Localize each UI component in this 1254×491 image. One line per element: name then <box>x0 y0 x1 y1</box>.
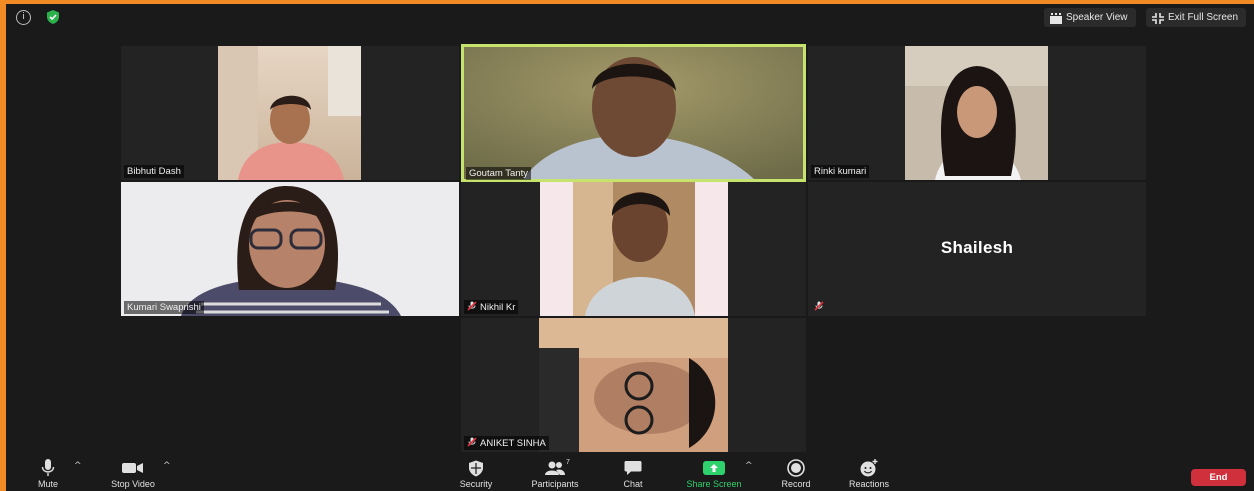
record-button[interactable]: Record <box>776 458 816 489</box>
participant-tile-shailesh[interactable]: Shailesh <box>808 182 1146 316</box>
participant-name: ANIKET SINHA <box>480 438 546 449</box>
microphone-icon <box>32 458 64 478</box>
participant-name-row: Nikhil Kr <box>464 300 519 314</box>
stop-video-button[interactable]: Stop Video <box>102 458 164 489</box>
speaker-view-label: Speaker View <box>1066 12 1128 23</box>
participants-button[interactable]: 7 Participants <box>522 458 588 489</box>
participant-tile-rinki-kumari[interactable]: Rinki kumari <box>808 46 1146 180</box>
video-options-chevron-up-icon[interactable]: ^ <box>163 461 171 471</box>
participant-name: Kumari Swaprishi <box>124 301 204 314</box>
participant-name-placeholder: Shailesh <box>940 238 1014 257</box>
participant-tile-goutam-tanty[interactable]: Goutam Tanty <box>461 44 806 182</box>
participants-icon <box>522 458 588 478</box>
chat-label: Chat <box>623 479 643 489</box>
chat-button[interactable]: Chat <box>616 458 650 489</box>
participant-video <box>539 318 728 452</box>
shield-check-icon[interactable] <box>45 9 61 25</box>
security-label: Security <box>459 479 493 489</box>
participant-name: Goutam Tanty <box>466 167 531 180</box>
muted-mic-icon <box>467 437 477 447</box>
participant-name-row: ANIKET SINHA <box>464 436 549 450</box>
participant-name: Bibhuti Dash <box>124 165 184 178</box>
exit-full-screen-button[interactable]: Exit Full Screen <box>1146 8 1247 27</box>
chat-bubble-icon <box>616 458 650 478</box>
security-shield-icon <box>454 458 498 478</box>
record-icon <box>776 458 816 478</box>
participant-name: Rinki kumari <box>811 165 870 178</box>
participant-video <box>540 182 728 316</box>
exit-full-screen-label: Exit Full Screen <box>1168 12 1239 23</box>
share-screen-button[interactable]: Share Screen <box>678 458 750 489</box>
participant-tile-kumari-swaprishi[interactable]: Kumari Swaprishi <box>121 182 459 316</box>
speaker-view-icon <box>1050 12 1062 31</box>
top-bar: i Speaker View Exit Full Screen <box>6 4 1254 30</box>
speaker-view-button[interactable]: Speaker View <box>1044 8 1136 27</box>
reactions-button[interactable]: Reactions <box>842 458 896 489</box>
muted-mic-icon <box>467 301 477 311</box>
video-camera-icon <box>102 458 164 478</box>
participant-name-row <box>811 300 830 314</box>
participants-count: 7 <box>566 459 570 466</box>
meeting-window: i Speaker View Exit Full Screen Bibhuti … <box>6 4 1254 491</box>
exit-full-screen-icon <box>1152 12 1164 31</box>
meeting-toolbar: Mute ^ Stop Video ^ Security 7 Participa… <box>6 457 1254 491</box>
info-icon[interactable]: i <box>16 10 31 25</box>
participant-tile-aniket-sinha[interactable]: ANIKET SINHA <box>461 318 806 452</box>
record-label: Record <box>781 479 811 489</box>
participant-tile-bibhuti-dash[interactable]: Bibhuti Dash <box>121 46 459 180</box>
participant-video <box>905 46 1048 180</box>
reactions-icon <box>842 458 896 478</box>
share-options-chevron-up-icon[interactable]: ^ <box>745 461 753 471</box>
participant-video <box>121 182 459 316</box>
end-meeting-button[interactable]: End <box>1191 469 1246 486</box>
participant-name: Nikhil Kr <box>480 302 516 313</box>
mute-label: Mute <box>37 479 58 489</box>
participant-video <box>464 47 803 179</box>
participant-tile-nikhil-kr[interactable]: Nikhil Kr <box>461 182 806 316</box>
mute-button[interactable]: Mute <box>32 458 64 489</box>
share-screen-icon <box>678 458 750 478</box>
participants-label: Participants <box>531 479 579 489</box>
mute-options-chevron-up-icon[interactable]: ^ <box>74 461 82 471</box>
participant-video <box>218 46 361 180</box>
muted-mic-icon <box>814 301 824 311</box>
reactions-label: Reactions <box>848 479 890 489</box>
share-screen-label: Share Screen <box>686 479 742 489</box>
security-button[interactable]: Security <box>454 458 498 489</box>
stop-video-label: Stop Video <box>111 479 155 489</box>
